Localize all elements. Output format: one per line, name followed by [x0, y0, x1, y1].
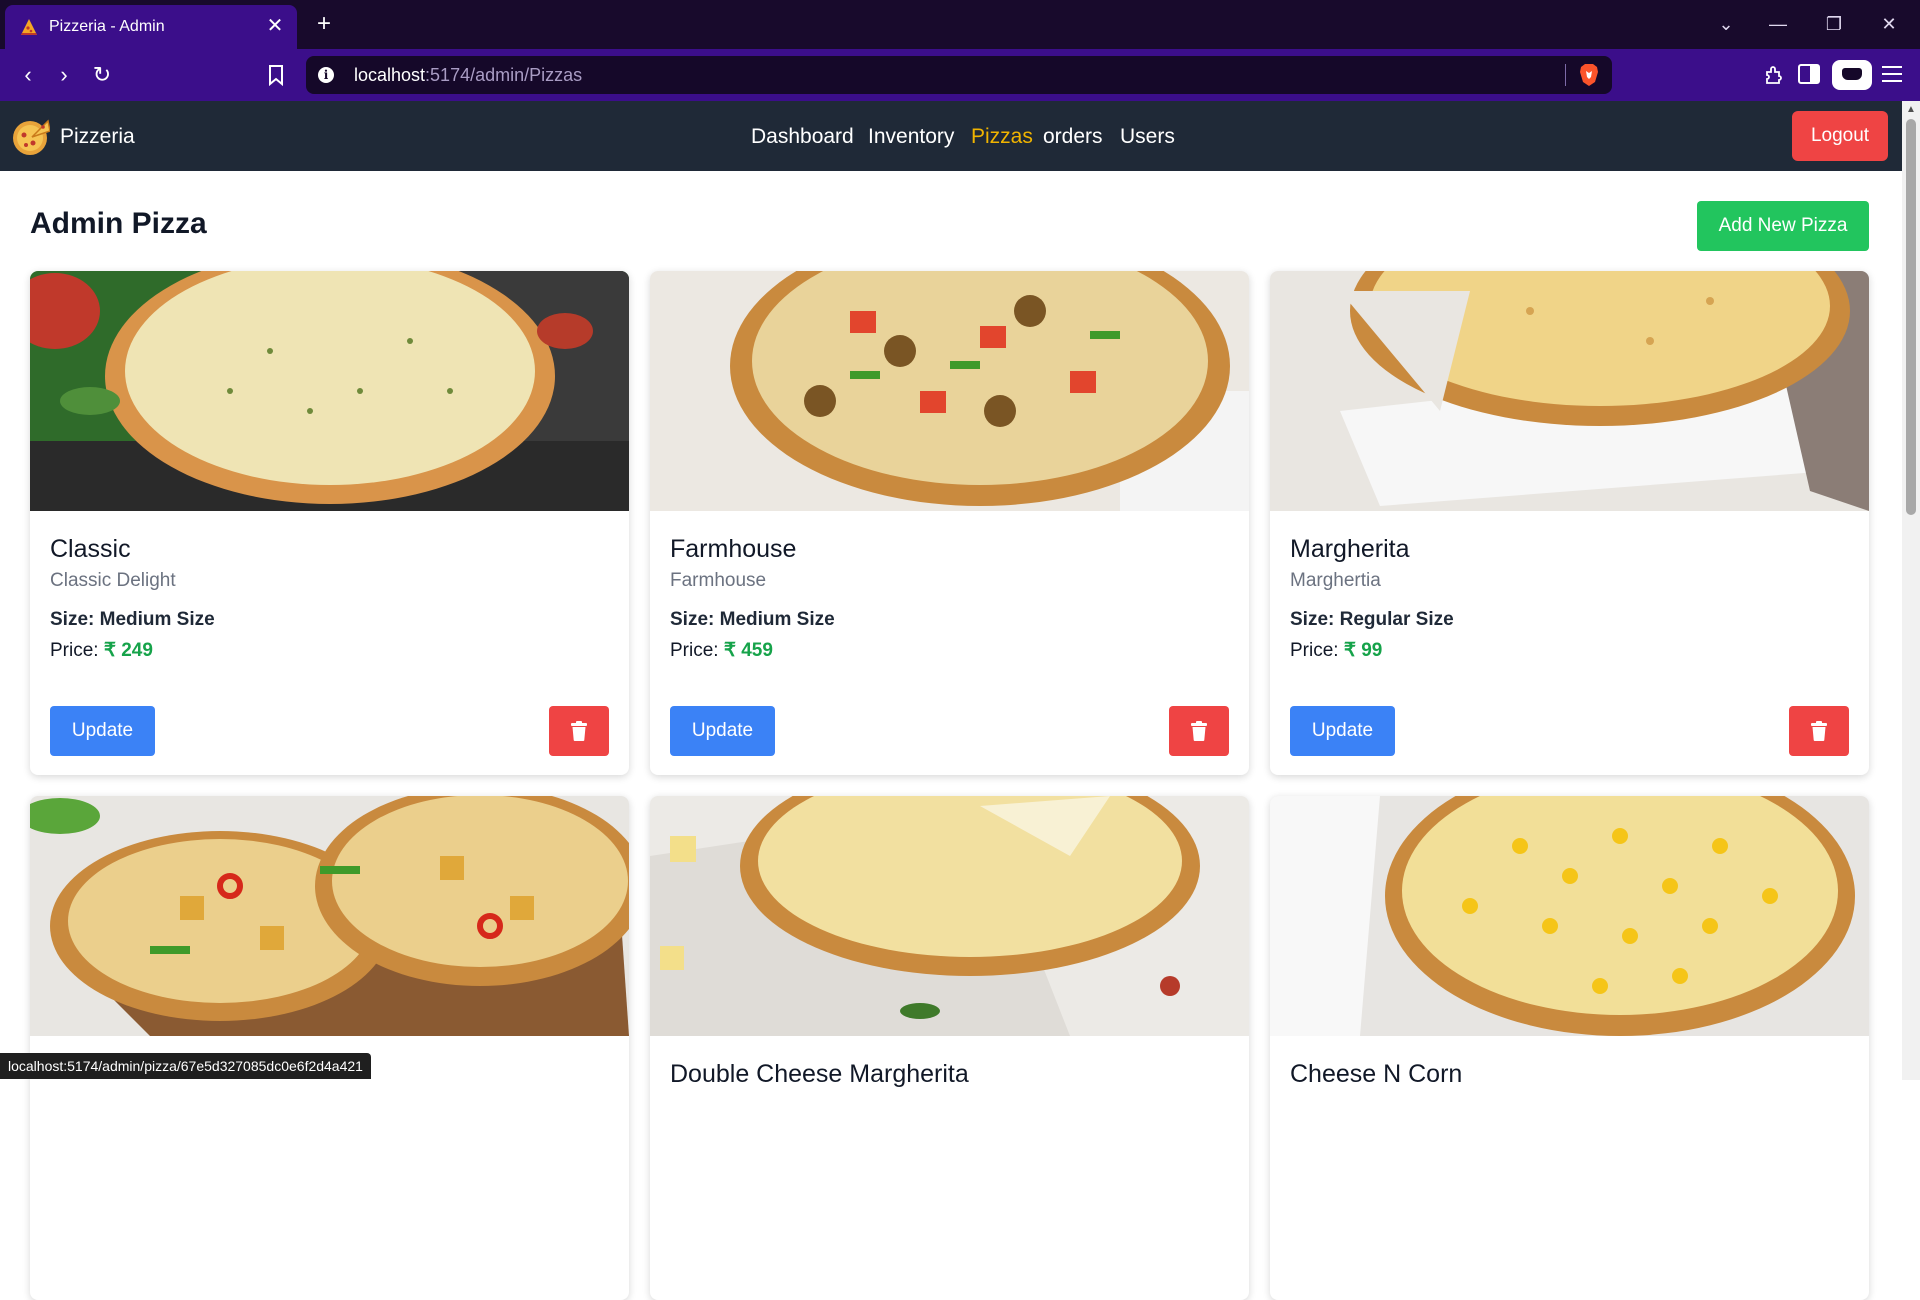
- tab-title: Pizzeria - Admin: [49, 18, 165, 35]
- pizza-name: Farmhouse: [670, 535, 797, 563]
- delete-button[interactable]: [1169, 706, 1229, 756]
- nav-pizzas[interactable]: Pizzas: [971, 125, 1033, 149]
- bookmark-icon[interactable]: [268, 64, 284, 86]
- pizza-image: [30, 796, 629, 1036]
- pizza-image: [650, 796, 1249, 1036]
- pizza-name: Classic: [50, 535, 131, 563]
- close-window-icon[interactable]: ✕: [1877, 12, 1901, 36]
- back-icon[interactable]: ‹: [16, 63, 40, 87]
- pizza-card: Margherita Marghertia Size: Regular Size…: [1270, 271, 1869, 775]
- pizza-description: Classic Delight: [50, 570, 176, 591]
- scroll-thumb[interactable]: [1906, 119, 1916, 515]
- pizza-name: Cheese N Corn: [1290, 1060, 1463, 1088]
- pizza-image: [650, 271, 1249, 511]
- scroll-up-icon[interactable]: ▲: [1902, 103, 1920, 117]
- delete-button[interactable]: [549, 706, 609, 756]
- url-text[interactable]: localhost:5174/admin/Pizzas: [354, 65, 582, 86]
- trash-icon: [1191, 721, 1207, 741]
- pizza-size: Size: Medium Size: [670, 609, 835, 630]
- brave-shield-icon[interactable]: [1578, 63, 1600, 87]
- menu-icon[interactable]: [1882, 65, 1902, 83]
- pizza-size: Size: Regular Size: [1290, 609, 1454, 630]
- minimize-icon[interactable]: —: [1766, 12, 1790, 36]
- pizza-card: [30, 796, 629, 1300]
- pizza-name: Margherita: [1290, 535, 1410, 563]
- restore-icon[interactable]: ❐: [1822, 12, 1846, 36]
- update-button[interactable]: Update: [670, 706, 775, 756]
- nav-orders[interactable]: orders: [1043, 125, 1103, 149]
- nav-users[interactable]: Users: [1120, 125, 1175, 149]
- extensions-icon[interactable]: [1762, 63, 1786, 87]
- chevron-down-icon[interactable]: ⌄: [1714, 12, 1738, 36]
- browser-tab-strip: Pizzeria - Admin ✕ + ⌄ — ❐ ✕: [0, 0, 1920, 49]
- update-button[interactable]: Update: [50, 706, 155, 756]
- pizza-logo-icon[interactable]: [10, 117, 50, 157]
- pizza-card: Double Cheese Margherita: [650, 796, 1249, 1300]
- pizza-image: [30, 271, 629, 511]
- pizza-description: Farmhouse: [670, 570, 767, 591]
- info-icon[interactable]: i: [318, 67, 334, 83]
- page-title: Admin Pizza: [30, 207, 207, 240]
- profile-button[interactable]: [1832, 60, 1872, 90]
- plus-icon[interactable]: +: [312, 12, 336, 36]
- pizza-card: Farmhouse Farmhouse Size: Medium Size Pr…: [650, 271, 1249, 775]
- trash-icon: [1811, 721, 1827, 741]
- pizza-price: Price: ₹ 459: [670, 640, 773, 661]
- forward-icon[interactable]: ›: [52, 63, 76, 87]
- pizza-image: [1270, 796, 1869, 1036]
- pizza-favicon-icon: [21, 19, 37, 35]
- pizza-card: Classic Classic Delight Size: Medium Siz…: [30, 271, 629, 775]
- address-bar[interactable]: i localhost:5174/admin/Pizzas: [306, 56, 1612, 94]
- page-scrollbar[interactable]: ▲: [1902, 101, 1920, 1080]
- pizza-image: [1270, 271, 1869, 511]
- add-new-pizza-button[interactable]: Add New Pizza: [1697, 201, 1869, 251]
- sidebar-icon[interactable]: [1798, 64, 1820, 84]
- logout-button[interactable]: Logout: [1792, 111, 1888, 161]
- pizza-card: Cheese N Corn: [1270, 796, 1869, 1300]
- browser-tab[interactable]: Pizzeria - Admin ✕: [5, 5, 297, 49]
- browser-toolbar: ‹ › ↻ i localhost:5174/admin/Pizzas: [0, 49, 1920, 101]
- brand-name[interactable]: Pizzeria: [60, 125, 135, 149]
- glasses-icon: [1842, 68, 1862, 80]
- app-header: Pizzeria Dashboard Inventory Pizzas orde…: [0, 101, 1902, 171]
- link-status-bar: localhost:5174/admin/pizza/67e5d327085dc…: [0, 1053, 371, 1079]
- delete-button[interactable]: [1789, 706, 1849, 756]
- pizza-name: Double Cheese Margherita: [670, 1060, 969, 1088]
- reload-icon[interactable]: ↻: [90, 63, 114, 87]
- nav-inventory[interactable]: Inventory: [868, 125, 954, 149]
- pizza-size: Size: Medium Size: [50, 609, 215, 630]
- pizza-price: Price: ₹ 99: [1290, 640, 1383, 661]
- pizza-price: Price: ₹ 249: [50, 640, 153, 661]
- update-button[interactable]: Update: [1290, 706, 1395, 756]
- address-divider: [1565, 64, 1566, 86]
- pizza-description: Marghertia: [1290, 570, 1381, 591]
- trash-icon: [571, 721, 587, 741]
- nav-dashboard[interactable]: Dashboard: [751, 125, 854, 149]
- close-icon[interactable]: ✕: [263, 14, 287, 38]
